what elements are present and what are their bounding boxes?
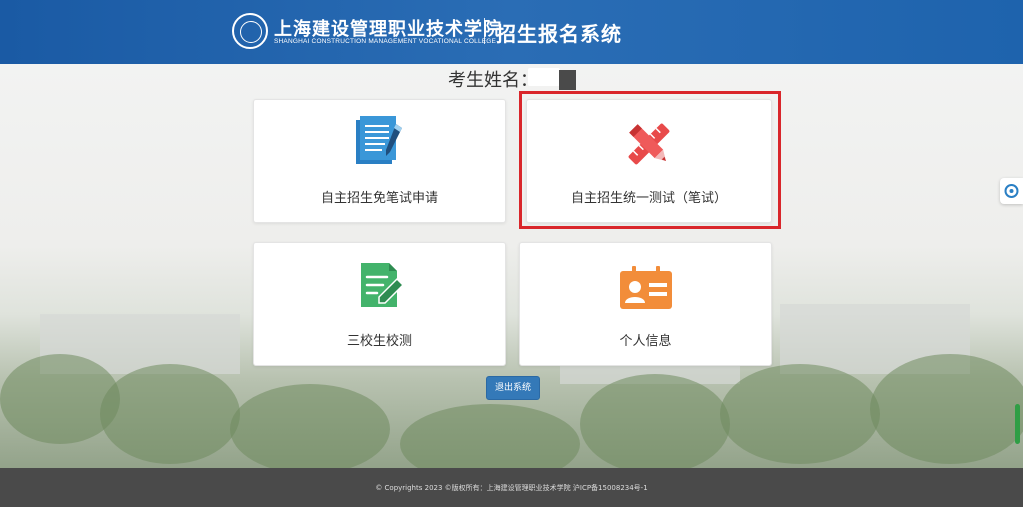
menu-card-label: 个人信息 (619, 334, 672, 349)
edit-document-icon (360, 263, 404, 307)
college-logo-icon (232, 13, 268, 49)
copyright-text: © Copyrights 2023 ©版权所有：上海建设管理职业技术学院 沪IC… (375, 484, 648, 492)
menu-card-label: 三校生校测 (346, 334, 412, 349)
scrollbar-thumb[interactable] (1015, 404, 1020, 444)
menu-card-school-test[interactable]: 三校生校测 (253, 242, 506, 366)
menu-card-label: 自主招生免笔试申请 (320, 191, 438, 206)
student-name-label: 考生姓名： (448, 70, 538, 91)
side-float-button[interactable] (1000, 178, 1023, 204)
logout-button[interactable]: 退出系统 (486, 376, 540, 400)
site-footer: © Copyrights 2023 ©版权所有：上海建设管理职业技术学院 沪IC… (0, 468, 1023, 507)
menu-card-personal-info[interactable]: 个人信息 (519, 242, 772, 366)
menu-card-exam-exemption[interactable]: 自主招生免笔试申请 (253, 99, 506, 223)
document-pen-icon (355, 116, 402, 164)
selection-highlight-box (519, 91, 781, 229)
refresh-icon (1004, 184, 1019, 198)
system-title: 招生报名系统 (496, 22, 622, 46)
campus-background (0, 64, 1023, 468)
student-name-redacted (528, 66, 578, 90)
header-divider (484, 18, 485, 44)
college-name-en: SHANGHAI CONSTRUCTION MANAGEMENT VOCATIO… (274, 38, 497, 45)
id-card-icon (619, 266, 672, 309)
site-header: 上海建设管理职业技术学院 SHANGHAI CONSTRUCTION MANAG… (0, 0, 1023, 64)
